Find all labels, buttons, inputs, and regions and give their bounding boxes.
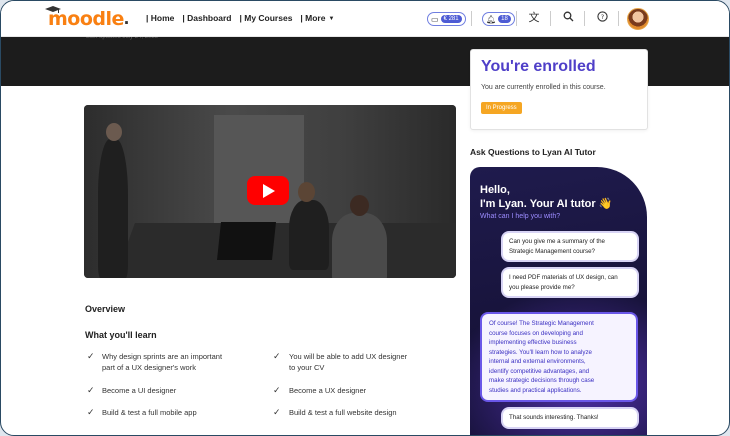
chat-message-user[interactable]: That sounds interesting. Thanks! [503,409,637,427]
nav-dashboard[interactable]: | Dashboard [182,13,231,23]
moodle-logo[interactable]: moodle. [45,6,129,30]
enrolled-title: You're enrolled [481,58,596,75]
user-avatar[interactable] [627,8,649,30]
wallet-icon: ▭ [431,14,439,24]
check-icon: ✓ [273,407,281,417]
divider [471,11,472,26]
wallet-badge[interactable]: ▭ € 281 [427,12,466,26]
ai-tutor-panel: Hello, I'm Lyan. Your AI tutor 👋 What ca… [470,167,647,435]
app-frame: moodle. | Home | Dashboard | My Courses … [0,0,730,436]
laptop [217,222,276,260]
check-icon: ✓ [87,407,95,417]
check-icon: ✓ [87,385,95,395]
check-icon: ✓ [273,351,281,361]
overview-heading: Overview [85,304,126,314]
learn-item: You will be able to add UX designer to yo… [289,352,408,372]
graduation-cap-icon [45,6,61,13]
chat-message-bot[interactable]: Of course! The Strategic Management cour… [482,314,636,400]
chevron-down-icon: ▼ [328,16,335,22]
enrollment-card: You're enrolled You are currently enroll… [470,49,648,130]
search-icon[interactable] [561,11,575,25]
video-person [332,213,387,278]
video-person [289,200,329,270]
enrolled-subtitle: You are currently enrolled in this cours… [481,84,606,91]
check-icon: ✓ [87,351,95,361]
status-badge: In Progress [481,102,522,114]
check-icon: ✓ [273,385,281,395]
tutor-prompt: What can I help you with? [480,213,561,220]
top-navbar: moodle. | Home | Dashboard | My Courses … [1,1,729,37]
course-video-player[interactable] [84,105,456,278]
divider [584,11,585,26]
learn-item: Why design sprints are an important part … [102,352,223,372]
whiteboard [214,115,304,225]
nav-more[interactable]: | More ▼ [300,13,334,23]
learn-item: Build & test a full website design [289,408,397,417]
learn-item: Become a UI designer [102,386,177,395]
learn-item: Become a UX designer [289,386,367,395]
play-icon[interactable] [247,176,289,205]
chat-message-user[interactable]: I need PDF materials of UX design, can yo… [503,269,637,296]
notifications-badge[interactable]: 🔔︎ 18 [482,12,515,26]
video-person [98,139,128,278]
svg-text:?: ? [600,13,603,21]
learn-heading: What you'll learn [85,330,157,340]
nav-my-courses[interactable]: | My Courses [240,13,293,23]
divider [550,11,551,26]
divider [516,11,517,26]
main-nav: | Home | Dashboard | My Courses | More ▼ [146,13,334,23]
divider [618,11,619,26]
ai-tutor-heading: Ask Questions to Lyan AI Tutor [470,147,596,157]
chat-message-user[interactable]: Can you give me a summary of the Strategi… [503,233,637,260]
bell-icon: 🔔︎ [486,14,497,24]
tutor-greeting: Hello, I'm Lyan. Your AI tutor 👋 [480,184,613,210]
learn-item: Build & test a full mobile app [102,408,197,417]
help-icon[interactable]: ? [595,11,609,25]
translate-icon[interactable]: 文 [527,11,541,25]
nav-home[interactable]: | Home [146,13,174,23]
